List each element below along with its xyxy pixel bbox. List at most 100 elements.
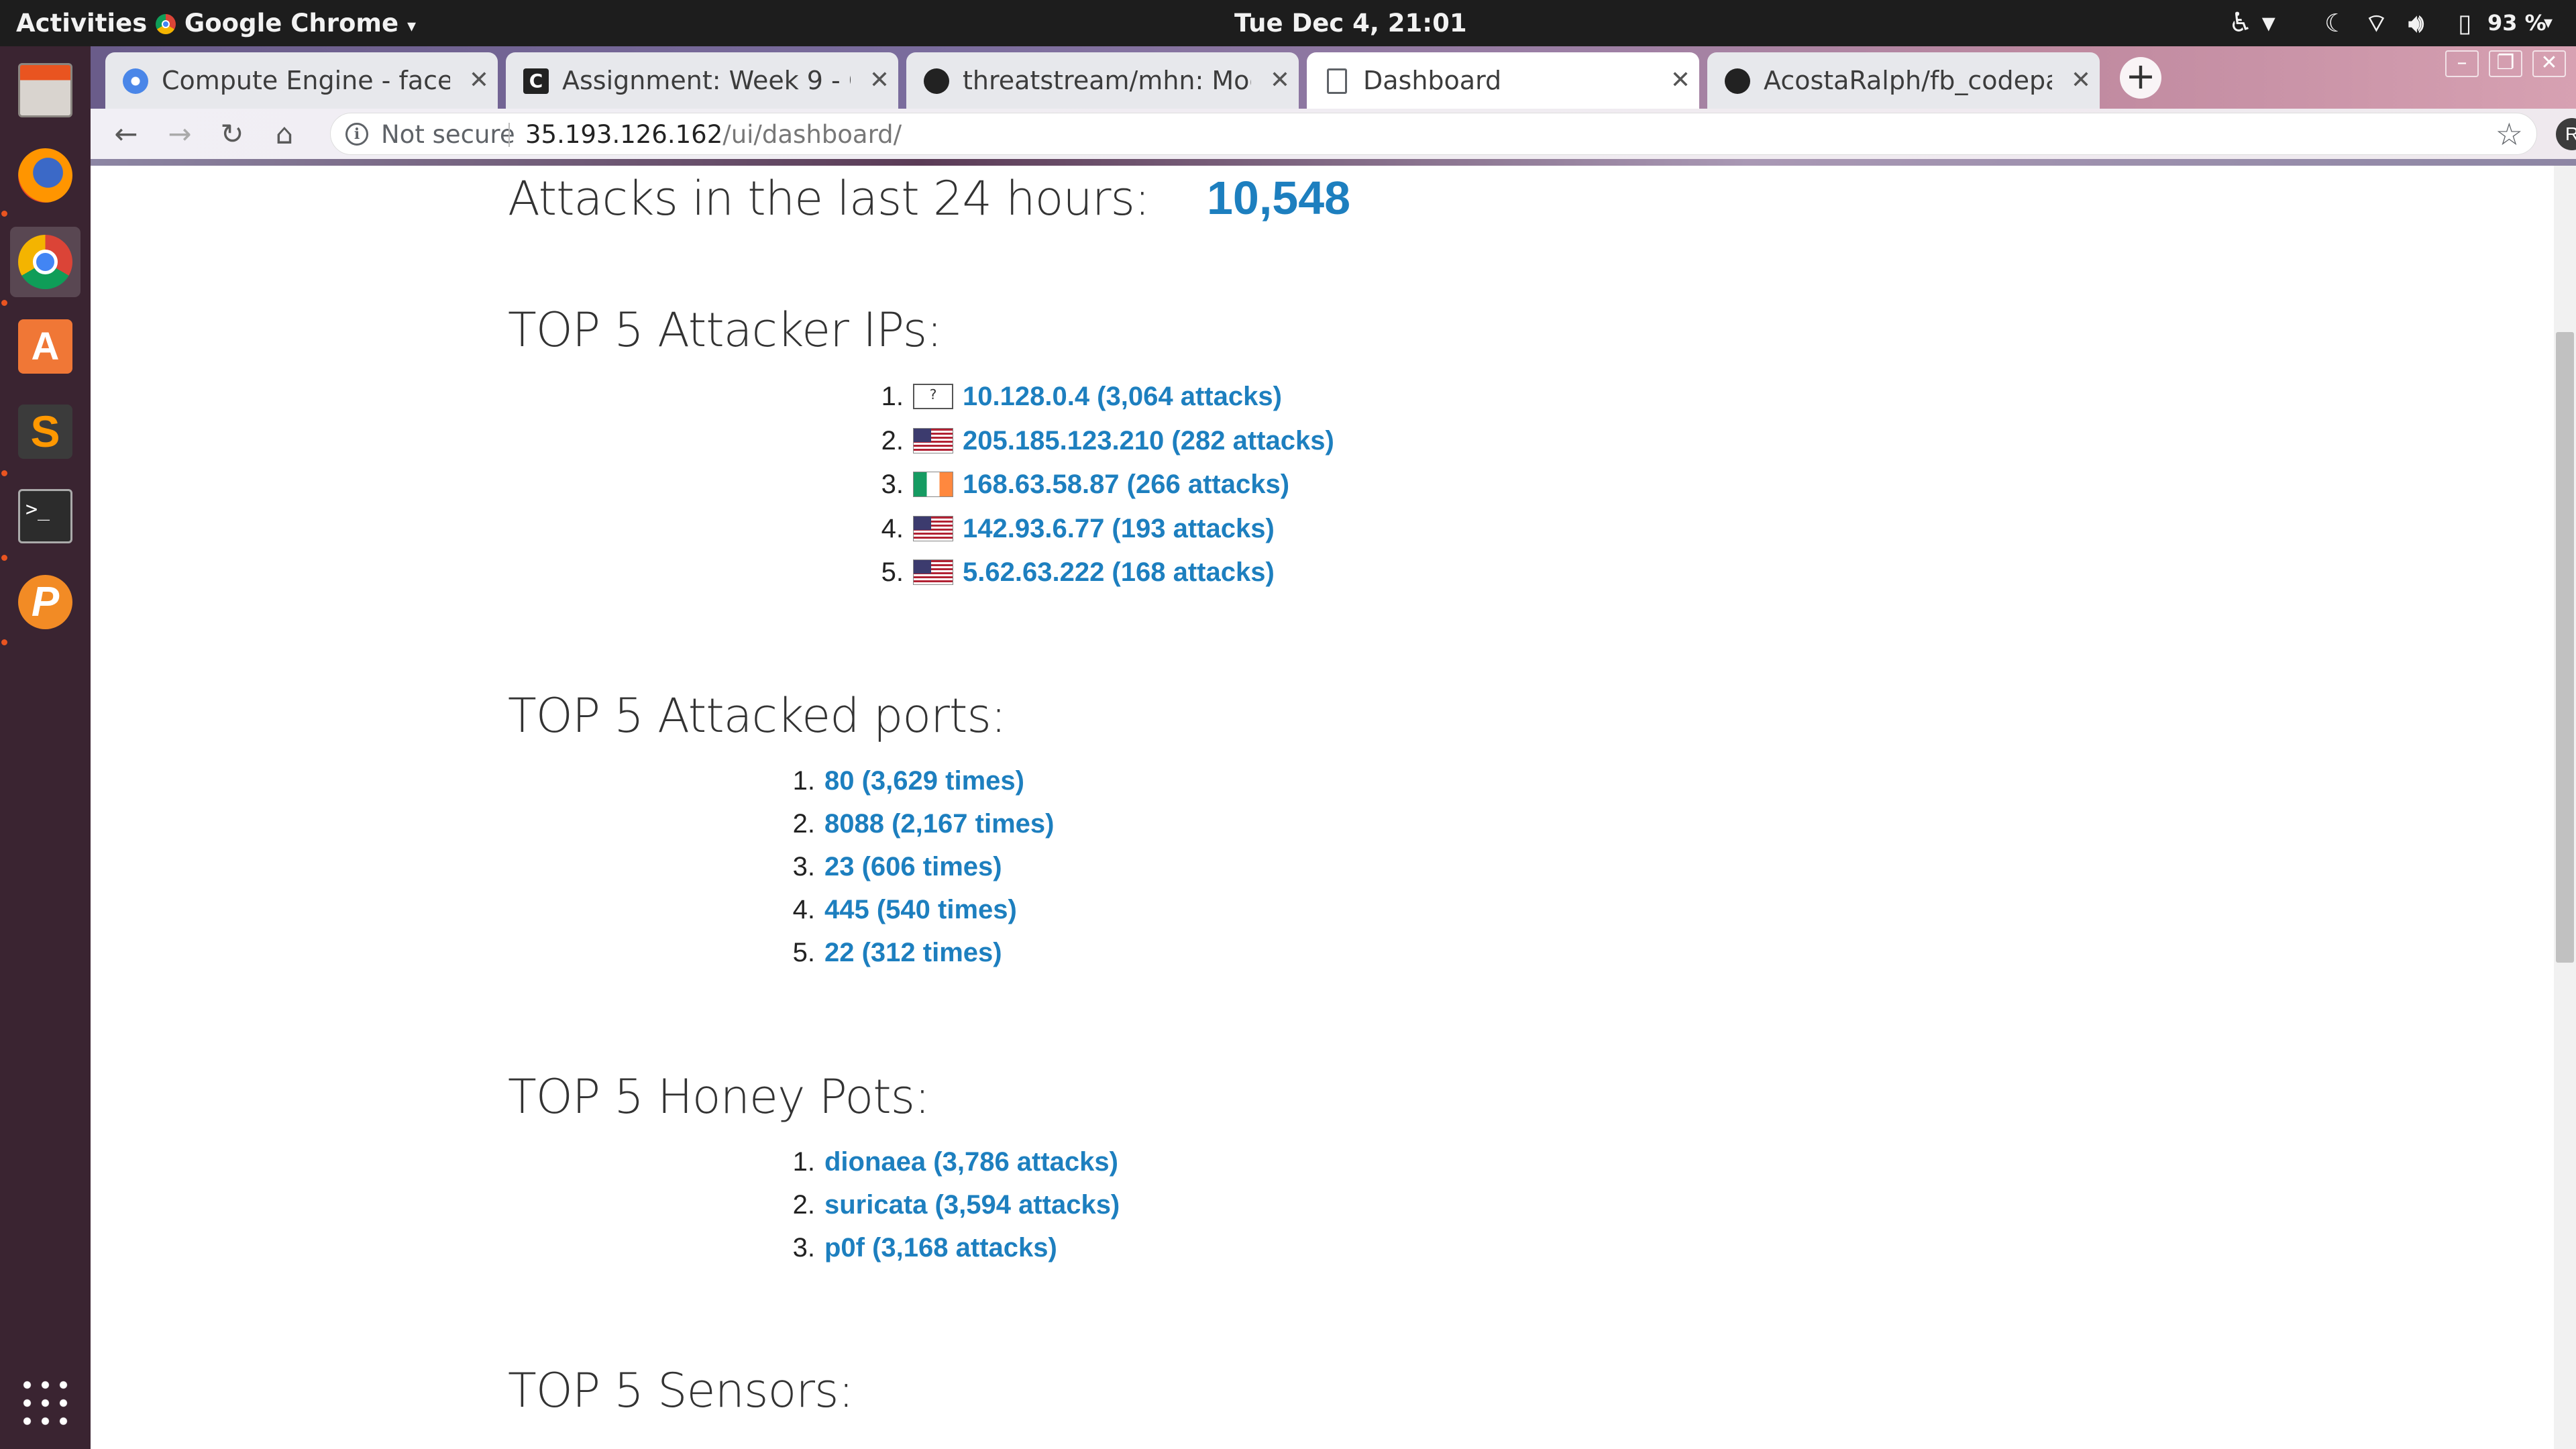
security-status[interactable]: Not secure [381,113,515,156]
top-ips-heading: TOP 5 Attacker IPs: [508,303,943,358]
us-flag-icon [913,559,953,585]
honeypot-item: 2. suricata (3,594 attacks) [793,1190,1120,1220]
activities-button[interactable]: Activities [16,0,147,46]
running-indicator [1,470,7,476]
tab-title: Dashboard [1363,66,1502,95]
url-text[interactable]: 35.193.126.162/ui/dashboard/ [525,113,902,156]
list-number: 5. [881,557,904,587]
info-icon[interactable]: i [345,123,368,146]
restore-window-button[interactable]: ❐ [2489,50,2522,77]
app-menu[interactable]: Google Chrome ▾ [156,0,416,46]
attacker-ip-item-link[interactable]: 205.185.123.210 (282 attacks) [963,426,1334,455]
attacker-ip-item: 5. 5.62.63.222 (168 attacks) [881,557,1275,588]
battery-percent[interactable]: 93 % [2487,0,2546,46]
close-icon[interactable]: ✕ [1667,52,1694,109]
tab-threatstream[interactable]: threatstream/mhn: Mode ✕ [906,52,1299,109]
pivotal-tracker-icon: P [18,575,72,629]
ireland-flag-icon [913,472,953,497]
tab-acostaralph[interactable]: AcostaRalph/fb_codepath ✕ [1707,52,2100,109]
honeypot-item: 3. p0f (3,168 attacks) [793,1233,1057,1263]
list-number: 4. [792,895,815,924]
tab-title: Assignment: Week 9 - Cyb [562,66,851,95]
system-menu-caret-icon[interactable]: ▾ [2544,0,2553,46]
running-indicator [1,300,7,306]
chrome-icon [18,235,72,289]
attacker-ip-item-link[interactable]: 10.128.0.4 (3,064 attacks) [963,382,1282,411]
attacker-ip-item: 1. 10.128.0.4 (3,064 attacks) [881,382,1282,412]
forward-arrow-icon[interactable]: → [159,109,201,159]
page-banner-strip [91,159,2576,166]
attacked-port-item-link[interactable]: 80 (3,629 times) [824,766,1024,796]
honeypot-item: 1. dionaea (3,786 attacks) [793,1147,1118,1177]
attacked-port-item-link[interactable]: 22 (312 times) [824,938,1002,967]
dock-sublime-text[interactable]: S [10,396,80,467]
divider [508,123,510,147]
github-icon [924,68,949,94]
volume-icon: 🔊︎ [2408,9,2424,38]
page-icon [1327,68,1347,94]
minimize-window-button[interactable]: – [2445,50,2479,77]
profile-avatar[interactable]: R [2556,118,2576,150]
attacked-port-item-link[interactable]: 8088 (2,167 times) [824,809,1054,839]
attacker-ip-item-link[interactable]: 142.93.6.77 (193 attacks) [963,514,1275,543]
attacker-ip-item-link[interactable]: 5.62.63.222 (168 attacks) [963,557,1275,587]
dock-chrome[interactable] [10,227,80,297]
caret-down-icon: ▾ [407,16,417,36]
bookmark-star-icon[interactable]: ☆ [2496,113,2523,156]
us-flag-icon [913,515,953,541]
dock-pivotal-tracker[interactable]: P [10,567,80,637]
files-icon [18,63,72,117]
battery-icon: ▯ [2458,9,2472,38]
attacker-ip-item-link[interactable]: 168.63.58.87 (266 attacks) [963,470,1289,499]
close-window-button[interactable]: ✕ [2532,50,2566,77]
scrollbar-thumb[interactable] [2556,332,2574,963]
tab-strip: Compute Engine - facebo ✕ C Assignment: … [91,46,2576,109]
codepath-icon: C [523,68,549,94]
launcher-dock: A S >_ P [0,46,91,1449]
accessibility-icon[interactable]: ♿ ▾ [2229,0,2275,46]
attacker-ip-item: 4. 142.93.6.77 (193 attacks) [881,514,1275,544]
honeypots-heading: TOP 5 Honey Pots: [508,1069,930,1124]
tab-compute-engine[interactable]: Compute Engine - facebo ✕ [105,52,498,109]
close-icon[interactable]: ✕ [2068,52,2094,109]
attacks-24h-label: Attacks in the last 24 hours: [508,171,1150,226]
new-tab-button[interactable]: + [2120,57,2161,99]
honeypot-item-link[interactable]: dionaea (3,786 attacks) [824,1147,1118,1177]
dock-files[interactable] [10,55,80,125]
close-icon[interactable]: ✕ [1267,52,1293,109]
attacked-port-item-link[interactable]: 23 (606 times) [824,852,1002,881]
home-icon[interactable]: ⌂ [264,109,305,159]
clock[interactable]: Tue Dec 4, 21:01 [1234,0,1467,46]
app-menu-label: Google Chrome [184,9,399,38]
dock-terminal[interactable]: >_ [10,481,80,551]
attacked-port-item-link[interactable]: 445 (540 times) [824,895,1017,924]
url-host: 35.193.126.162 [525,120,723,149]
honeypot-item-link[interactable]: p0f (3,168 attacks) [824,1233,1057,1263]
list-number: 4. [881,513,904,543]
dock-show-apps[interactable] [10,1368,80,1438]
back-arrow-icon[interactable]: ← [105,109,147,159]
tab-dashboard[interactable]: Dashboard ✕ [1307,52,1699,109]
tab-title: threatstream/mhn: Mode [963,66,1251,95]
system-top-bar: Activities Google Chrome ▾ Tue Dec 4, 21… [0,0,2576,46]
software-center-icon: A [18,319,72,374]
close-icon[interactable]: ✕ [866,52,893,109]
chrome-icon [156,14,176,34]
dock-software-center[interactable]: A [10,311,80,382]
address-bar[interactable]: i Not secure 35.193.126.162/ui/dashboard… [330,113,2537,155]
attacker-ip-item: 3. 168.63.58.87 (266 attacks) [881,470,1289,500]
close-icon[interactable]: ✕ [466,52,492,109]
dashboard-page: Attacks in the last 24 hours: 10,548 TOP… [91,166,2554,1449]
us-flag-icon [913,427,953,453]
running-indicator [1,639,7,645]
attacked-port-item: 5. 22 (312 times) [793,938,1002,968]
tab-assignment[interactable]: C Assignment: Week 9 - Cyb ✕ [506,52,898,109]
honeypot-item-link[interactable]: suricata (3,594 attacks) [824,1190,1120,1220]
list-number: 3. [881,470,904,499]
sublime-text-icon: S [18,405,72,459]
dock-firefox[interactable] [10,140,80,211]
running-indicator [1,555,7,561]
browser-toolbar: ← → ↻ ⌂ i Not secure 35.193.126.162/ui/d… [91,109,2576,159]
list-number: 2. [881,425,904,455]
reload-icon[interactable]: ↻ [211,109,253,159]
